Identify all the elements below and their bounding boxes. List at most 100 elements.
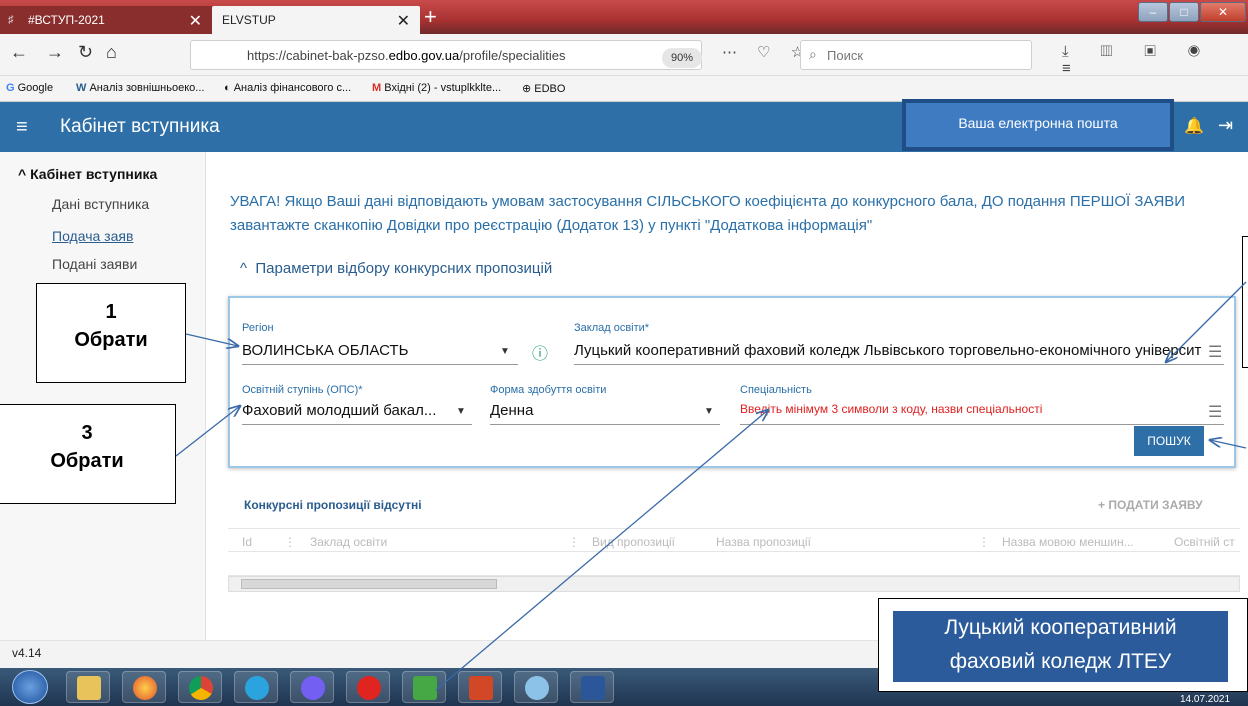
close-tab-icon[interactable]: ✕	[397, 11, 410, 31]
url-prefix: https://cabinet-bak-pzso.	[247, 48, 389, 63]
institution-label: Заклад освіти*	[574, 322, 650, 334]
search-placeholder: Поиск	[827, 48, 864, 63]
network-app-icon[interactable]	[402, 671, 446, 703]
maximize-icon[interactable]: □	[1169, 2, 1199, 22]
paint-icon[interactable]	[514, 671, 558, 703]
home-icon[interactable]: ⌂	[106, 42, 117, 63]
app-title: Кабінет вступника	[60, 116, 220, 137]
telegram-icon[interactable]	[234, 671, 278, 703]
offers-table-title: Конкурсні пропозиції відсутні	[244, 498, 422, 512]
specialty-input[interactable]: Введіть мінімум 3 символи з коду, назви …	[740, 402, 1180, 416]
sidebar: ^ Кабінет вступника Дані вступника Подач…	[0, 152, 206, 640]
submit-application-button[interactable]: + ПОДАТИ ЗАЯВУ	[1098, 498, 1203, 512]
chevron-up-icon: ^	[240, 260, 248, 277]
region-underline	[242, 364, 518, 365]
windows-start-icon[interactable]	[12, 670, 48, 704]
institution-underline	[574, 364, 1224, 365]
sidebar-item-submit-applications[interactable]: Подача заяв	[52, 228, 133, 244]
powerpoint-icon[interactable]	[458, 671, 502, 703]
scrollbar-thumb[interactable]	[241, 579, 497, 589]
institution-select[interactable]: Луцький кооперативний фаховий коледж Льв…	[574, 342, 1202, 359]
email-button[interactable]: Ваша електронна пошта	[902, 99, 1174, 151]
column-header-institution[interactable]: Заклад освіти	[310, 535, 387, 549]
sidebar-item-applicant-data[interactable]: Дані вступника	[52, 196, 149, 212]
search-button[interactable]: ПОШУК	[1134, 426, 1204, 456]
column-header-minority-name[interactable]: Назва мовою меншин...	[1002, 535, 1134, 549]
column-header-offer-name[interactable]: Назва пропозиції	[716, 535, 811, 549]
horizontal-scrollbar[interactable]	[228, 576, 1240, 592]
column-header-offer-type[interactable]: Вид пропозиції	[592, 535, 675, 549]
opera-icon[interactable]	[346, 671, 390, 703]
specialty-underline	[740, 424, 1224, 425]
forward-icon[interactable]: →	[46, 42, 64, 63]
bookmark-analysis-financial[interactable]: ◐ Аналіз фінансового с...	[224, 82, 351, 94]
bookmark-gmail[interactable]: M Вхідні (2) - vstuplkklte...	[372, 82, 501, 94]
url-path: /profile/specialities	[459, 48, 566, 63]
column-divider: ⋮	[978, 535, 990, 549]
browser-tab-bar: ♯ #ВСТУП-2021 ✕ ELVSTUP ✕ + – □ ✕	[0, 0, 1248, 34]
region-select[interactable]: ВОЛИНСЬКА ОБЛАСТЬ	[242, 342, 502, 359]
chevron-down-icon[interactable]: ▼	[456, 406, 466, 417]
chrome-icon[interactable]	[178, 671, 222, 703]
browser-tab-vstup[interactable]: ♯ #ВСТУП-2021 ✕	[0, 6, 212, 34]
offers-table-header: Id ⋮ Заклад освіти ⋮ Вид пропозиції Назв…	[228, 528, 1240, 552]
list-icon[interactable]: ☰	[1208, 402, 1222, 422]
window-controls: – □ ✕	[1138, 2, 1246, 22]
college-name-label: Луцький кооперативний фаховий коледж ЛТЕ…	[893, 611, 1228, 682]
list-icon[interactable]: ☰	[1208, 342, 1222, 362]
tab-favicon-icon: ♯	[8, 14, 14, 26]
study-form-label: Форма здобуття освіти	[490, 384, 607, 396]
help-icon[interactable]: ⓘ	[532, 340, 548, 364]
bookmark-google[interactable]: G Google	[6, 82, 53, 94]
study-form-select[interactable]: Денна	[490, 402, 690, 419]
rural-coefficient-notice: УВАГА! Якщо Ваші дані відповідають умова…	[230, 193, 1186, 234]
annotation-college-name: Луцький кооперативний фаховий коледж ЛТЕ…	[878, 598, 1248, 692]
taskbar-date: 14.07.2021	[1180, 694, 1231, 705]
app-header: ≡ Кабінет вступника Ваша електронна пошт…	[0, 99, 1248, 152]
degree-underline	[242, 424, 472, 425]
degree-select[interactable]: Фаховий молодший бакал...	[242, 402, 438, 419]
chevron-down-icon[interactable]: ▼	[704, 406, 714, 417]
region-label: Регіон	[242, 322, 274, 334]
file-explorer-icon[interactable]	[66, 671, 110, 703]
specialty-label: Спеціальність	[740, 384, 812, 396]
tab-title: ELVSTUP	[222, 13, 276, 27]
search-icon: ⌕	[809, 46, 817, 62]
close-window-icon[interactable]: ✕	[1200, 2, 1246, 22]
page-actions-icon[interactable]: ⋯ ♡ ☆	[722, 43, 812, 61]
reload-icon[interactable]: ↻	[78, 42, 93, 63]
bookmark-analysis-economic[interactable]: W Аналіз зовнішньоеко...	[76, 82, 204, 94]
column-header-degree[interactable]: Освітній ст	[1174, 535, 1235, 549]
degree-label: Освітній ступінь (ОПС)*	[242, 384, 363, 396]
bookmark-edbo[interactable]: ⊕ EDBO	[522, 82, 565, 95]
viber-icon[interactable]	[290, 671, 334, 703]
annotation-step-3: 3 Обрати	[0, 404, 176, 504]
study-form-underline	[490, 424, 720, 425]
column-header-id[interactable]: Id	[242, 535, 252, 549]
close-tab-icon[interactable]: ✕	[189, 11, 202, 31]
firefox-icon[interactable]	[122, 671, 166, 703]
annotation-step-2-edge	[1242, 236, 1248, 368]
word-icon[interactable]	[570, 671, 614, 703]
menu-icon[interactable]: ≡	[16, 116, 28, 139]
table-row	[228, 552, 1240, 576]
browser-tab-elvstup[interactable]: ELVSTUP ✕	[212, 6, 420, 34]
params-toggle[interactable]: ^ Параметри відбору конкурсних пропозиці…	[240, 260, 552, 277]
chevron-down-icon[interactable]: ▼	[500, 346, 510, 357]
minimize-icon[interactable]: –	[1138, 2, 1168, 22]
app-version: v4.14	[12, 646, 42, 660]
zoom-level[interactable]: 90%	[662, 48, 702, 68]
new-tab-icon[interactable]: +	[424, 4, 437, 30]
sidebar-item-submitted-applications[interactable]: Подані заяви	[52, 256, 137, 272]
logout-icon[interactable]: ⇥	[1218, 115, 1233, 136]
sidebar-heading[interactable]: ^ Кабінет вступника	[18, 166, 157, 182]
toolbar-icons[interactable]: ⤓ ▥ ▣ ◉ ≡	[1062, 43, 1248, 77]
url-bar[interactable]: https://cabinet-bak-pzso.edbo.gov.ua/pro…	[190, 40, 702, 70]
bell-icon[interactable]: 🔔	[1184, 116, 1204, 136]
column-divider: ⋮	[284, 535, 296, 549]
back-icon[interactable]: ←	[10, 42, 28, 63]
screen: ♯ #ВСТУП-2021 ✕ ELVSTUP ✕ + – □ ✕ ← → ↻ …	[0, 0, 1248, 706]
column-divider: ⋮	[568, 535, 580, 549]
browser-search-input[interactable]: ⌕ Поиск	[800, 40, 1032, 70]
tab-title: #ВСТУП-2021	[28, 13, 105, 27]
